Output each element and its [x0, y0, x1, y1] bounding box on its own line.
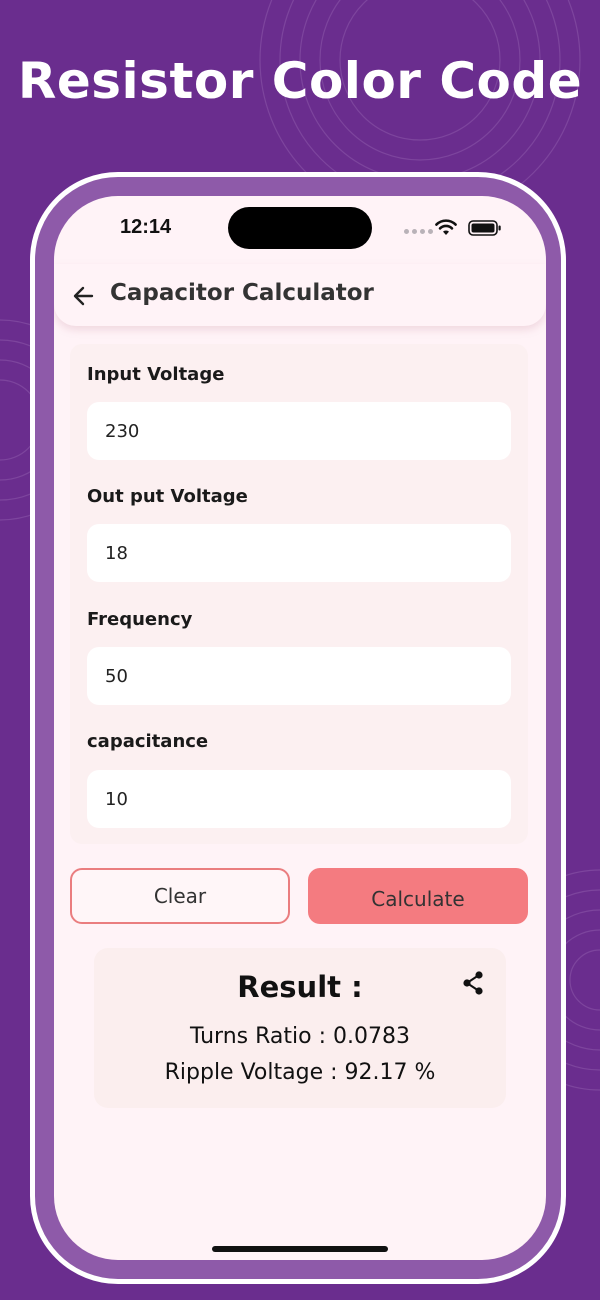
- calculate-button[interactable]: Calculate: [308, 868, 528, 924]
- capacitance-label: capacitance: [87, 731, 209, 752]
- home-indicator[interactable]: [212, 1246, 388, 1252]
- output-voltage-label: Out put Voltage: [87, 486, 248, 507]
- input-voltage-field[interactable]: [87, 402, 511, 460]
- capacitance-field[interactable]: [87, 770, 511, 828]
- status-bar: 12:14: [54, 196, 546, 260]
- battery-icon: [468, 220, 501, 236]
- dynamic-island: [228, 207, 372, 249]
- output-voltage-field[interactable]: [87, 524, 511, 582]
- share-icon[interactable]: [460, 970, 486, 996]
- input-voltage-label: Input Voltage: [87, 364, 225, 385]
- turns-ratio-result: Turns Ratio : 0.0783: [190, 1024, 410, 1049]
- signal-icon: [404, 229, 433, 234]
- ripple-voltage-result: Ripple Voltage : 92.17 %: [164, 1060, 436, 1085]
- phone-screen: 12:14 Capacitor Calculator Input Voltage…: [54, 196, 546, 1260]
- result-heading: Result :: [237, 970, 363, 1004]
- app-bar: Capacitor Calculator: [54, 264, 546, 326]
- input-form-card: Input Voltage Out put Voltage Frequency …: [70, 344, 528, 844]
- frequency-label: Frequency: [87, 609, 193, 630]
- frequency-field[interactable]: [87, 647, 511, 705]
- result-card: Result : Turns Ratio : 0.0783 Ripple Vol…: [94, 948, 506, 1108]
- page-title: Capacitor Calculator: [110, 280, 374, 306]
- promo-title: Resistor Color Code: [17, 52, 583, 110]
- back-arrow-icon[interactable]: [70, 282, 98, 310]
- wifi-icon: [435, 219, 457, 235]
- status-time: 12:14: [120, 216, 172, 238]
- clear-button[interactable]: Clear: [70, 868, 290, 924]
